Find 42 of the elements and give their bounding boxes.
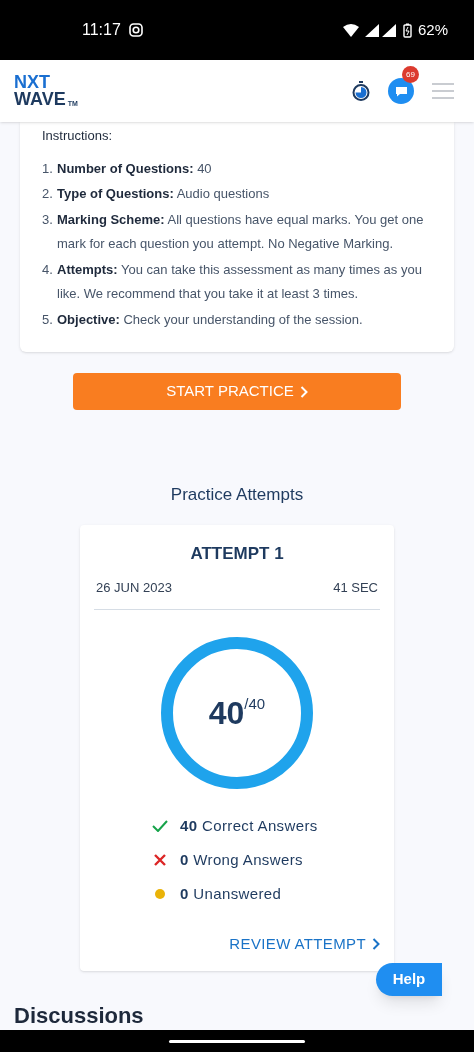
start-practice-button[interactable]: START PRACTICE bbox=[73, 373, 401, 410]
notification-badge: 69 bbox=[402, 66, 419, 83]
discussions-title: Discussions bbox=[14, 1003, 144, 1029]
list-number: 3. bbox=[42, 210, 54, 229]
dot-icon bbox=[155, 889, 165, 899]
stopwatch-icon[interactable] bbox=[352, 81, 370, 101]
help-button[interactable]: Help bbox=[376, 963, 442, 996]
instruction-text: Attempts: You can take this assessment as many times as you like. We recommend that you take it at least 3 times. bbox=[57, 260, 423, 303]
logo-text: NXT bbox=[14, 74, 51, 91]
instruction-text: Type of Questions: Audio questions bbox=[57, 185, 270, 203]
list-number: 2. bbox=[42, 185, 54, 203]
list-number: 4. bbox=[42, 260, 54, 279]
section-title: Practice Attempts bbox=[169, 484, 305, 506]
instructions-title: Instructions: bbox=[42, 127, 114, 145]
cross-icon bbox=[154, 854, 166, 866]
review-attempt-link[interactable]: REVIEW ATTEMPT bbox=[229, 932, 380, 955]
battery-icon bbox=[402, 22, 412, 38]
chat-button[interactable] bbox=[388, 78, 414, 104]
camera-icon bbox=[128, 23, 143, 37]
signal-icon bbox=[364, 23, 397, 37]
logo-text: WAVE bbox=[14, 91, 66, 108]
score-total: /40 bbox=[244, 694, 266, 713]
list-number: 5. bbox=[42, 310, 54, 329]
instruction-text: Objective: Check your understanding of the session. bbox=[57, 310, 363, 329]
check-icon bbox=[152, 820, 168, 832]
wifi-icon bbox=[342, 23, 359, 37]
home-indicator[interactable] bbox=[169, 1039, 305, 1043]
attempt-date: 26 JUN 2023 bbox=[96, 579, 172, 597]
status-time: 11:17 bbox=[82, 20, 121, 40]
instruction-text: Marking Scheme: All questions have equal marks. You get one mark for each question you attempt. No Negative Marking. bbox=[57, 210, 425, 253]
list-number: 1. bbox=[42, 159, 54, 178]
score: 40 bbox=[208, 693, 245, 733]
stat-text: 40 Correct Answers bbox=[180, 815, 318, 836]
attempt-duration: 41 SEC bbox=[333, 579, 378, 597]
attempt-title: ATTEMPT 1 bbox=[189, 542, 285, 565]
instruction-text: Number of Questions: 40 bbox=[57, 159, 212, 178]
battery-percent: 62% bbox=[417, 19, 448, 40]
chevron-right-icon bbox=[372, 937, 380, 950]
stat-text: 0 Wrong Answers bbox=[180, 849, 303, 870]
chevron-right-icon bbox=[299, 385, 308, 398]
chat-icon bbox=[394, 85, 408, 97]
stat-text: 0 Unanswered bbox=[180, 883, 282, 904]
